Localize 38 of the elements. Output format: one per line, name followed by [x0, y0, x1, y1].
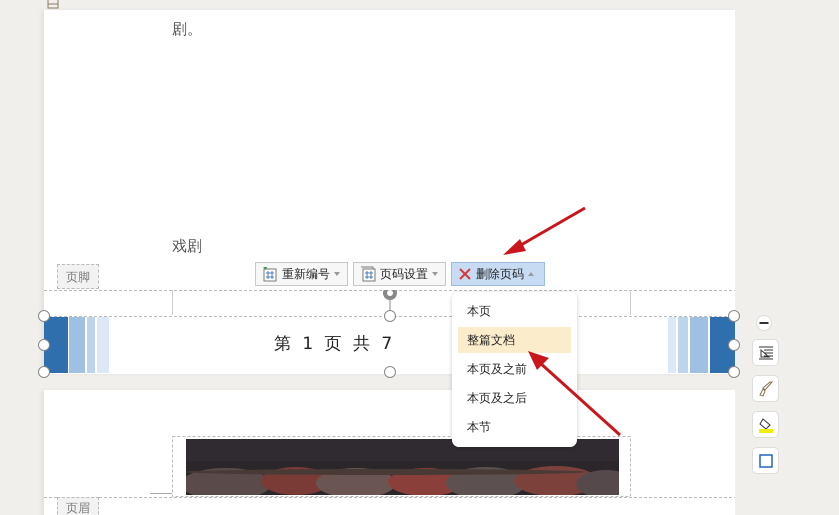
caret-icon — [528, 272, 534, 276]
header-label: 页眉 — [57, 497, 99, 515]
menu-item[interactable]: 本页及之前 — [458, 356, 571, 382]
resize-handle[interactable] — [728, 339, 740, 351]
resize-handle[interactable] — [384, 366, 396, 378]
resize-handle[interactable] — [728, 366, 740, 378]
menu-item[interactable]: 本页及之后 — [458, 385, 571, 411]
hash-icon — [360, 266, 376, 282]
resize-handle[interactable] — [38, 339, 50, 351]
body-text: 戏剧 — [172, 236, 202, 257]
footer-label: 页脚 — [57, 264, 99, 289]
tool-button[interactable] — [752, 447, 779, 474]
toolbar-button[interactable]: 重新编号 — [255, 262, 348, 286]
indent-icon — [758, 346, 774, 360]
resize-handle[interactable] — [38, 310, 50, 322]
tool-button[interactable] — [752, 411, 779, 438]
caret-icon — [334, 272, 340, 276]
fill-icon — [758, 416, 774, 432]
rotate-handle[interactable] — [383, 290, 397, 300]
caret-icon — [432, 272, 438, 276]
toolbar-button[interactable]: 页码设置 — [353, 262, 446, 286]
body-text: 剧。 — [172, 19, 202, 40]
page-number-text: 第 1 页 共 7 — [274, 333, 392, 356]
menu-item[interactable]: 本页 — [458, 298, 571, 324]
resize-handle[interactable] — [38, 366, 50, 378]
menu-item[interactable]: 整篇文档 — [458, 327, 571, 353]
stripe-decoration — [44, 317, 109, 373]
collapse-icon[interactable] — [756, 315, 772, 331]
brush-icon — [758, 380, 772, 396]
frame-icon — [758, 454, 772, 468]
stripe-decoration — [668, 317, 735, 373]
hash-icon — [262, 266, 278, 282]
section-icon — [47, 0, 59, 9]
tool-button[interactable] — [752, 339, 779, 366]
close-icon — [458, 267, 472, 281]
toolbar-button[interactable]: 删除页码 — [451, 262, 545, 286]
menu-item[interactable]: 本节 — [458, 414, 571, 440]
resize-handle[interactable] — [728, 310, 740, 322]
